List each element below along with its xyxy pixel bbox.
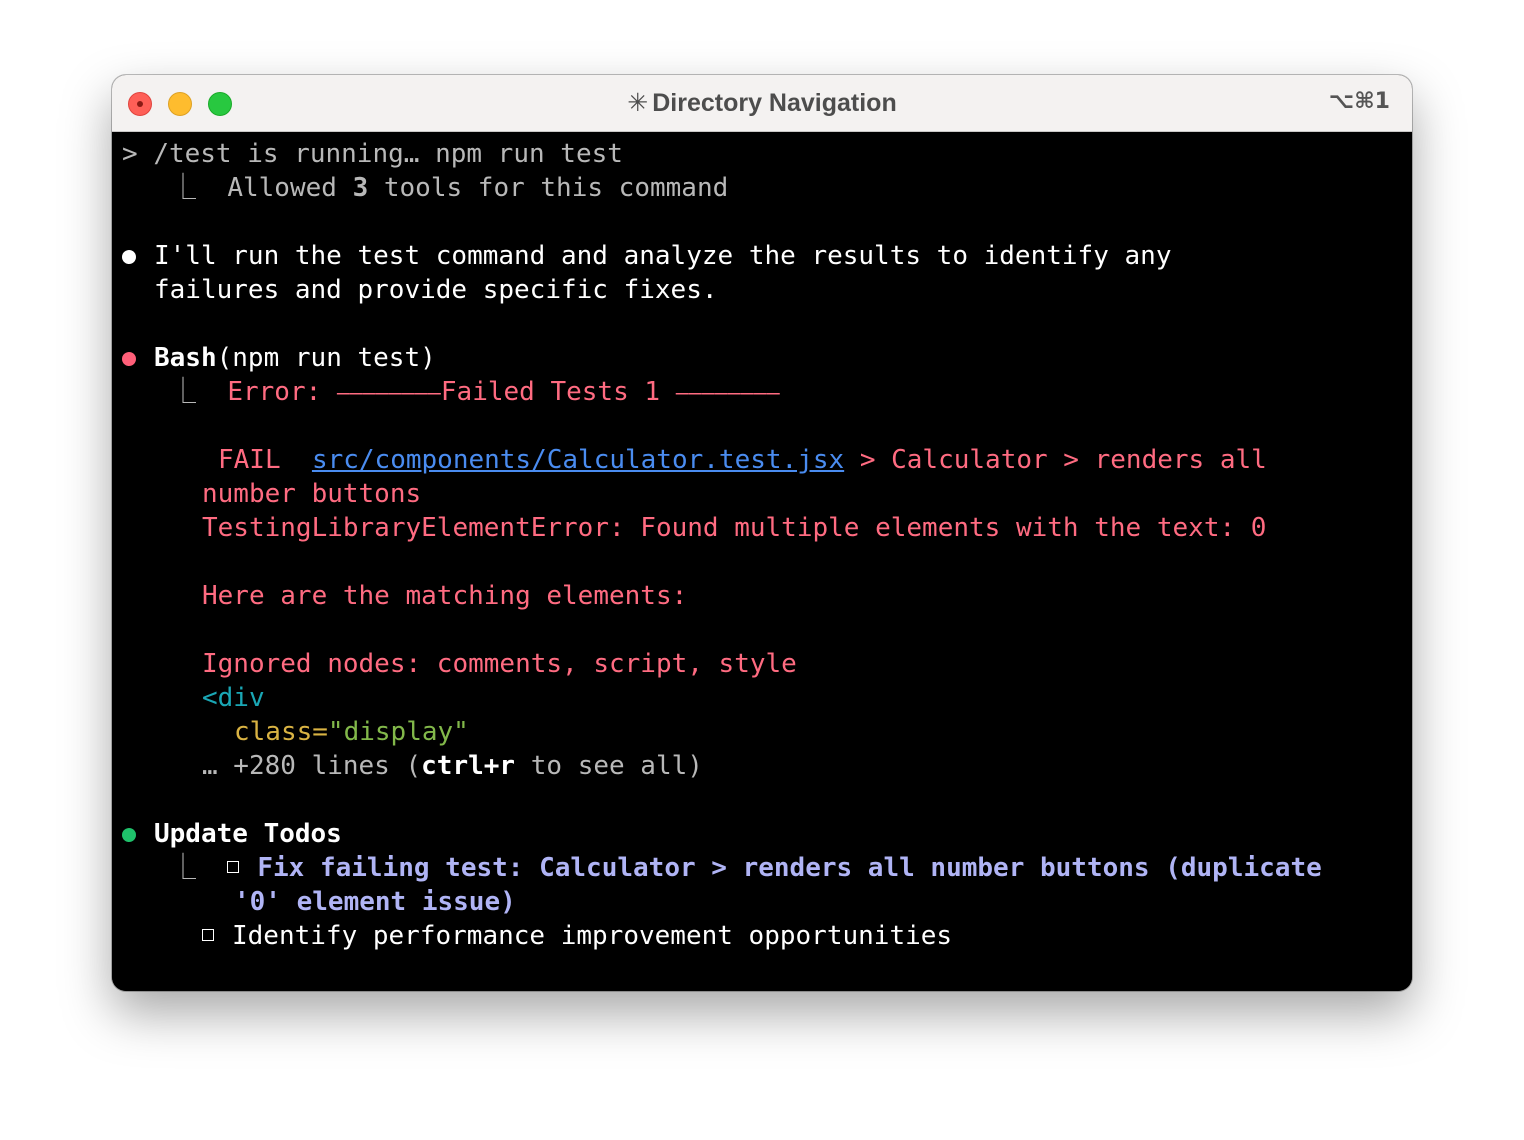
tree-connector-icon: ⎿ — [170, 173, 197, 203]
more-suffix: to see all) — [515, 751, 703, 781]
checkbox-icon — [202, 928, 214, 941]
tool-name: Bash — [154, 343, 217, 373]
fail-line: FAIL src/components/Calculator.test.jsx … — [218, 443, 1267, 477]
test-file-link[interactable]: src/components/Calculator.test.jsx — [312, 445, 844, 475]
matching-line: Here are the matching elements: — [202, 581, 688, 611]
todo-text-continuation: '0' element issue) — [234, 887, 516, 917]
attr-value: "display" — [327, 717, 469, 747]
todos-title: Update Todos — [154, 819, 342, 849]
div-open-line: <div — [202, 683, 265, 713]
more-lines[interactable]: … +280 lines (ctrl+r to see all) — [202, 749, 703, 783]
message-bullet-icon — [122, 250, 136, 264]
bash-tool-line: Bash(npm run test) — [154, 341, 436, 375]
fail-path: > Calculator > renders all — [859, 445, 1267, 475]
todo-text: Fix failing test: Calculator > renders a… — [257, 853, 1322, 883]
fail-continuation: number buttons — [202, 479, 422, 509]
more-prefix: … +280 lines ( — [202, 751, 422, 781]
allowed-prefix: Allowed — [227, 173, 337, 203]
spinner-icon: ✳ — [627, 89, 649, 117]
terminal-window: ✳ Directory Navigation ⌥⌘1 > /test is run… — [112, 75, 1412, 991]
tool-args: (npm run test) — [216, 343, 436, 373]
tree-connector-icon: ⎿ — [170, 377, 197, 407]
command-line: > /test is running… npm run test — [122, 137, 623, 171]
error-header: Error: ⎯⎯⎯⎯⎯⎯⎯⎯Failed Tests 1 ⎯⎯⎯⎯⎯⎯⎯⎯ — [227, 377, 780, 407]
window-title-text: Directory Navigation — [652, 89, 897, 117]
prompt-symbol: > — [122, 139, 138, 169]
success-bullet-icon — [122, 828, 136, 842]
allowed-tools-line: ⎿ Allowed 3 tools for this command — [170, 171, 728, 205]
terminal-output[interactable]: > /test is running… npm run test ⎿ Allow… — [112, 132, 1412, 991]
attr-line: class="display" — [234, 715, 469, 749]
assistant-message-line-2: failures and provide specific fixes. — [154, 275, 718, 305]
error-name-line: TestingLibraryElementError: Found multip… — [202, 513, 1267, 543]
title-bar: ✳ Directory Navigation ⌥⌘1 — [112, 75, 1412, 132]
checkbox-icon — [227, 860, 240, 873]
ignored-line: Ignored nodes: comments, script, style — [202, 649, 797, 679]
attr-name: class= — [234, 717, 328, 747]
command-text: /test is running… npm run test — [153, 139, 623, 169]
todo-item: Identify performance improvement opportu… — [202, 919, 952, 953]
window-shortcut: ⌥⌘1 — [1328, 89, 1390, 114]
expand-shortcut: ctrl+r — [421, 751, 516, 781]
fail-label: FAIL — [218, 445, 281, 475]
todo-text: Identify performance improvement opportu… — [232, 921, 953, 951]
window-title: ✳ Directory Navigation — [112, 75, 1412, 132]
allowed-count: 3 — [352, 173, 369, 203]
error-header-line: ⎿ Error: ⎯⎯⎯⎯⎯⎯⎯⎯Failed Tests 1 ⎯⎯⎯⎯⎯⎯⎯⎯ — [170, 375, 780, 409]
assistant-message-line-1: I'll run the test command and analyze th… — [154, 241, 1172, 271]
allowed-suffix: tools for this command — [383, 173, 729, 203]
error-bullet-icon — [122, 352, 136, 366]
tree-connector-icon: ⎿ — [170, 853, 197, 883]
todo-item: ⎿ Fix failing test: Calculator > renders… — [170, 851, 1322, 885]
